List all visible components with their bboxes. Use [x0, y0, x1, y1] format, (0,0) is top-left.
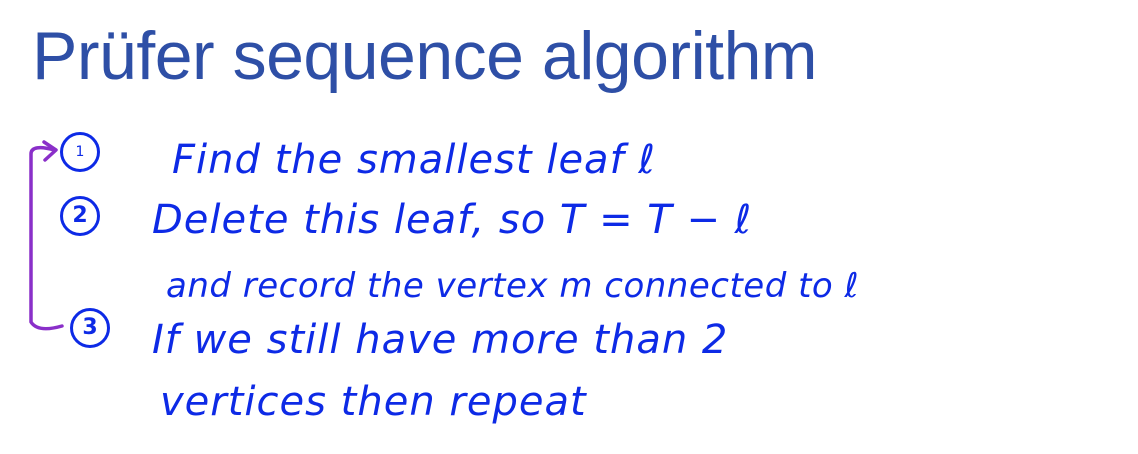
step-1-line-1: Find the smallest leaf ℓ — [172, 137, 656, 183]
step-1-number: 1 — [60, 132, 100, 172]
step-2-line-1: Delete this leaf, so T = T − ℓ — [152, 197, 753, 243]
step-2-number: 2 — [60, 196, 100, 236]
step-2-line-2: and record the vertex m connected to ℓ — [166, 266, 860, 306]
step-3-line-1: If we still have more than 2 — [152, 317, 729, 363]
slide: Prüfer sequence algorithm 1 Find the sma… — [0, 0, 1138, 454]
step-3-line-2: vertices then repeat — [160, 379, 587, 425]
page-title: Prüfer sequence algorithm — [32, 18, 818, 94]
step-3-number: 3 — [70, 308, 110, 348]
